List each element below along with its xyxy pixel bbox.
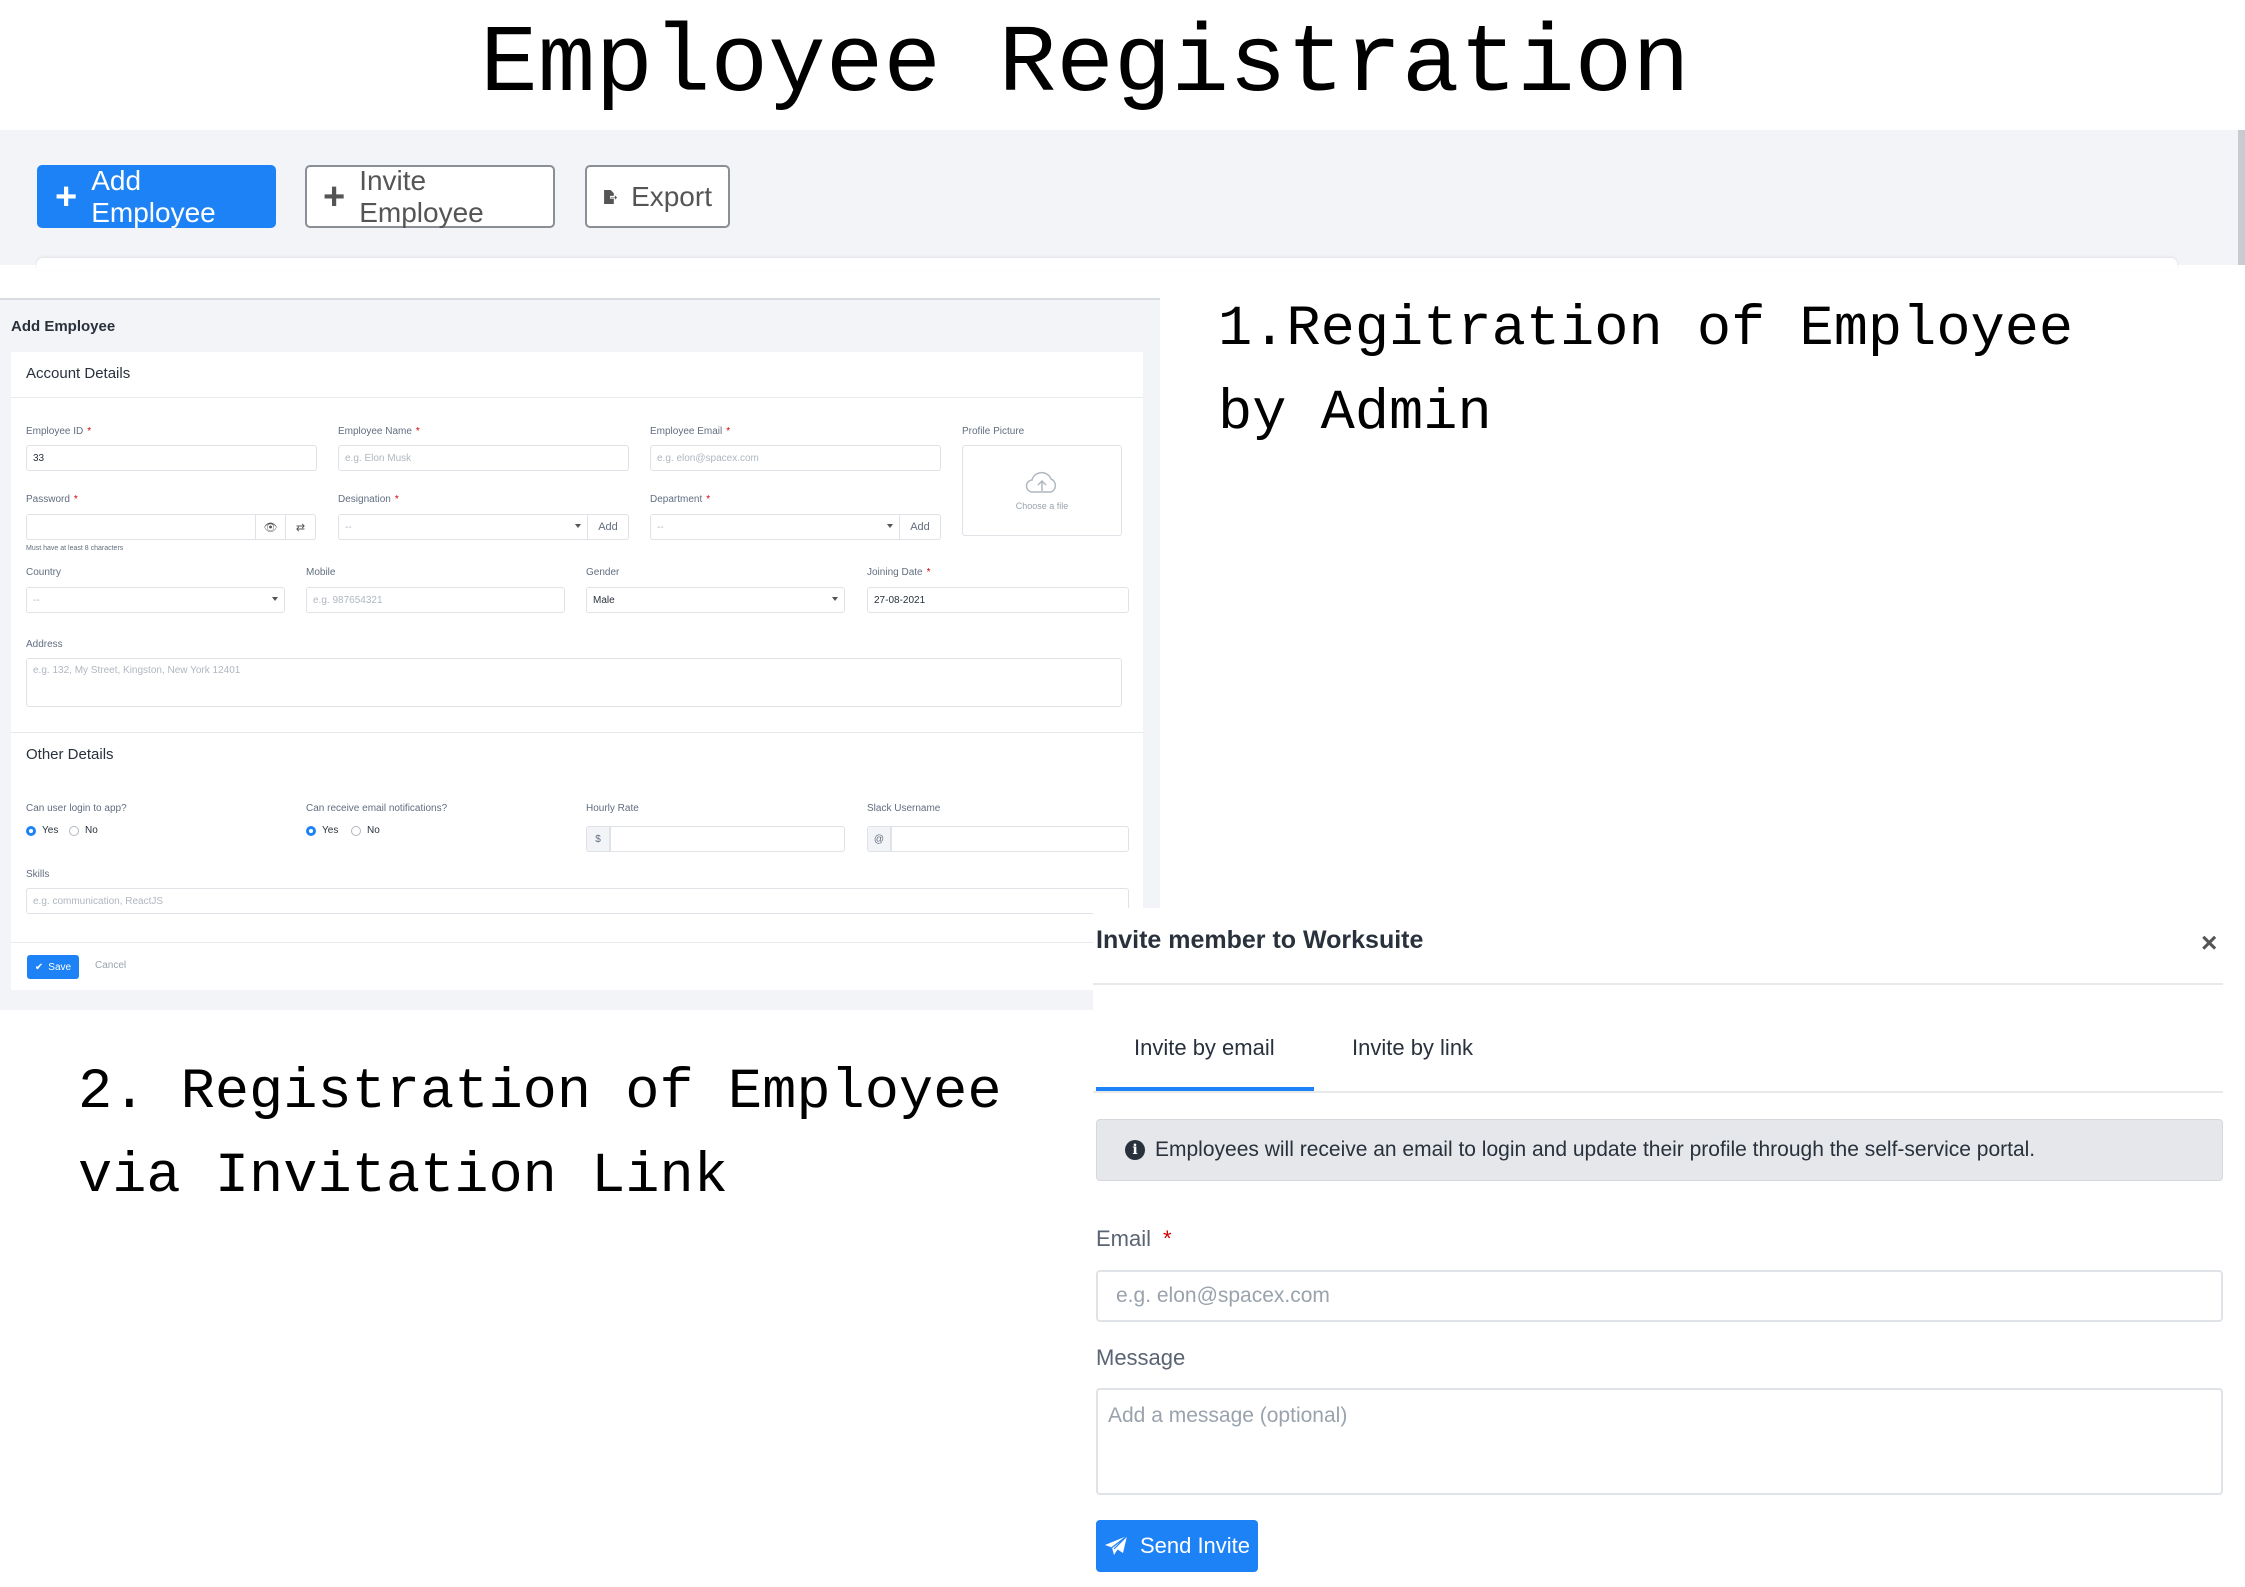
check-icon: ✔ bbox=[34, 961, 44, 973]
scrollbar[interactable] bbox=[2238, 130, 2245, 265]
address-label: Address bbox=[26, 639, 63, 650]
info-alert: i Employees will receive an email to log… bbox=[1096, 1119, 2223, 1181]
add-employee-button[interactable]: + Add Employee bbox=[37, 165, 276, 228]
slack-username-input[interactable] bbox=[891, 826, 1129, 852]
department-select[interactable]: -- bbox=[650, 514, 900, 540]
account-details-heading: Account Details bbox=[26, 365, 131, 382]
designation-select[interactable]: -- bbox=[338, 514, 588, 540]
profile-picture-label: Profile Picture bbox=[962, 426, 1025, 437]
paper-plane-icon bbox=[1104, 1535, 1128, 1555]
annotation-invitation-registration: 2. Registration of Employee via Invitati… bbox=[78, 1061, 1002, 1209]
hourly-rate-input[interactable] bbox=[610, 826, 845, 852]
department-label: Department * bbox=[650, 494, 711, 505]
radio-unchecked bbox=[69, 825, 79, 836]
send-invite-button[interactable]: Send Invite bbox=[1096, 1520, 1258, 1572]
mobile-input[interactable]: e.g. 987654321 bbox=[306, 587, 565, 613]
country-label: Country bbox=[26, 567, 62, 578]
choose-file-label: Choose a file bbox=[1015, 500, 1069, 511]
designation-label: Designation * bbox=[338, 494, 399, 505]
chevron-down-icon bbox=[887, 524, 893, 528]
gender-select[interactable]: Male bbox=[586, 587, 845, 613]
content-card-edge bbox=[37, 258, 2177, 270]
employee-name-label: Employee Name * bbox=[338, 426, 420, 437]
country-select[interactable]: -- bbox=[26, 587, 285, 613]
employee-id-label: Employee ID * bbox=[26, 426, 92, 437]
chevron-down-icon bbox=[575, 524, 581, 528]
mobile-label: Mobile bbox=[306, 567, 336, 578]
email-notifications-yes-radio[interactable]: Yes bbox=[306, 825, 338, 836]
shuffle-icon: ⇄ bbox=[295, 521, 306, 534]
divider bbox=[1093, 983, 2223, 985]
add-designation-button[interactable]: Add bbox=[588, 514, 629, 540]
login-app-yes-radio[interactable]: Yes bbox=[26, 825, 58, 836]
login-app-label: Can user login to app? bbox=[26, 803, 127, 814]
address-textarea[interactable]: e.g. 132, My Street, Kingston, New York … bbox=[26, 658, 1122, 707]
employee-email-input[interactable]: e.g. elon@spacex.com bbox=[650, 445, 941, 471]
add-employee-card: Account Details Employee ID * 33 Employee… bbox=[11, 352, 1143, 990]
gender-label: Gender bbox=[586, 567, 620, 578]
show-password-button[interactable]: 👁 bbox=[256, 514, 286, 540]
message-label: Message bbox=[1096, 1345, 1186, 1370]
invite-message-textarea[interactable]: Add a message (optional) bbox=[1096, 1388, 2223, 1495]
invite-employee-label: Invite Employee bbox=[359, 164, 484, 228]
tab-invite-by-email[interactable]: Invite by email bbox=[1134, 1035, 1275, 1061]
divider bbox=[1093, 1091, 2223, 1093]
add-employee-label: Add Employee bbox=[91, 164, 216, 228]
add-department-button[interactable]: Add bbox=[900, 514, 941, 540]
radio-checked bbox=[26, 825, 36, 836]
cancel-button[interactable]: Cancel bbox=[95, 960, 126, 971]
plus-icon: + bbox=[323, 175, 346, 218]
invite-member-modal: Invite member to Worksuite × Invite by e… bbox=[1093, 908, 2223, 1587]
generate-password-button[interactable]: ⇄ bbox=[286, 514, 316, 540]
export-label: Export bbox=[631, 180, 712, 212]
currency-prefix: $ bbox=[586, 826, 610, 852]
cloud-upload-icon bbox=[1025, 471, 1057, 493]
annotation-admin-registration: 1.Regitration of Employee by Admin bbox=[1218, 298, 2074, 446]
radio-unchecked bbox=[351, 825, 361, 836]
file-export-icon bbox=[604, 189, 618, 204]
employee-email-label: Employee Email * bbox=[650, 426, 731, 437]
plus-icon: + bbox=[55, 175, 78, 218]
employee-name-input[interactable]: e.g. Elon Musk bbox=[338, 445, 629, 471]
password-label: Password * bbox=[26, 494, 78, 505]
eye-icon: 👁 bbox=[263, 521, 278, 534]
other-details-heading: Other Details bbox=[26, 746, 114, 763]
invite-employee-button[interactable]: + Invite Employee bbox=[305, 165, 555, 228]
at-prefix: @ bbox=[867, 826, 891, 852]
employee-id-input[interactable]: 33 bbox=[26, 445, 317, 471]
email-notifications-no-radio[interactable]: No bbox=[351, 825, 380, 836]
joining-date-label: Joining Date * bbox=[867, 567, 931, 578]
invite-email-input[interactable]: e.g. elon@spacex.com bbox=[1096, 1270, 2223, 1322]
close-icon[interactable]: × bbox=[2201, 927, 2217, 959]
profile-picture-upload[interactable]: Choose a file bbox=[962, 445, 1122, 536]
invite-modal-title: Invite member to Worksuite bbox=[1096, 926, 1424, 954]
employee-toolbar: + Add Employee + Invite Employee Export bbox=[0, 130, 2238, 270]
chevron-down-icon bbox=[272, 597, 278, 601]
skills-input[interactable]: e.g. communication, ReactJS bbox=[26, 888, 1129, 914]
email-label: Email * bbox=[1096, 1226, 1172, 1251]
page-title: Employee Registration bbox=[480, 10, 1690, 119]
slack-username-label: Slack Username bbox=[867, 803, 941, 814]
export-button[interactable]: Export bbox=[585, 165, 730, 228]
radio-checked bbox=[306, 825, 316, 836]
password-hint: Must have at least 8 characters bbox=[26, 545, 124, 552]
add-employee-panel: Add Employee Account Details Employee ID… bbox=[0, 298, 1160, 1010]
info-icon: i bbox=[1125, 1140, 1145, 1160]
password-input[interactable] bbox=[26, 514, 256, 540]
divider bbox=[11, 732, 1143, 733]
info-alert-text: Employees will receive an email to login… bbox=[1155, 1138, 2036, 1161]
hourly-rate-label: Hourly Rate bbox=[586, 803, 639, 814]
divider bbox=[11, 942, 1143, 943]
tab-invite-by-link[interactable]: Invite by link bbox=[1352, 1035, 1473, 1061]
divider bbox=[11, 397, 1143, 398]
save-button[interactable]: ✔ Save bbox=[27, 955, 79, 979]
add-employee-title: Add Employee bbox=[11, 318, 116, 335]
chevron-down-icon bbox=[832, 597, 838, 601]
email-notifications-label: Can receive email notifications? bbox=[306, 803, 448, 814]
login-app-no-radio[interactable]: No bbox=[69, 825, 98, 836]
joining-date-input[interactable]: 27-08-2021 bbox=[867, 587, 1129, 613]
skills-label: Skills bbox=[26, 869, 50, 880]
